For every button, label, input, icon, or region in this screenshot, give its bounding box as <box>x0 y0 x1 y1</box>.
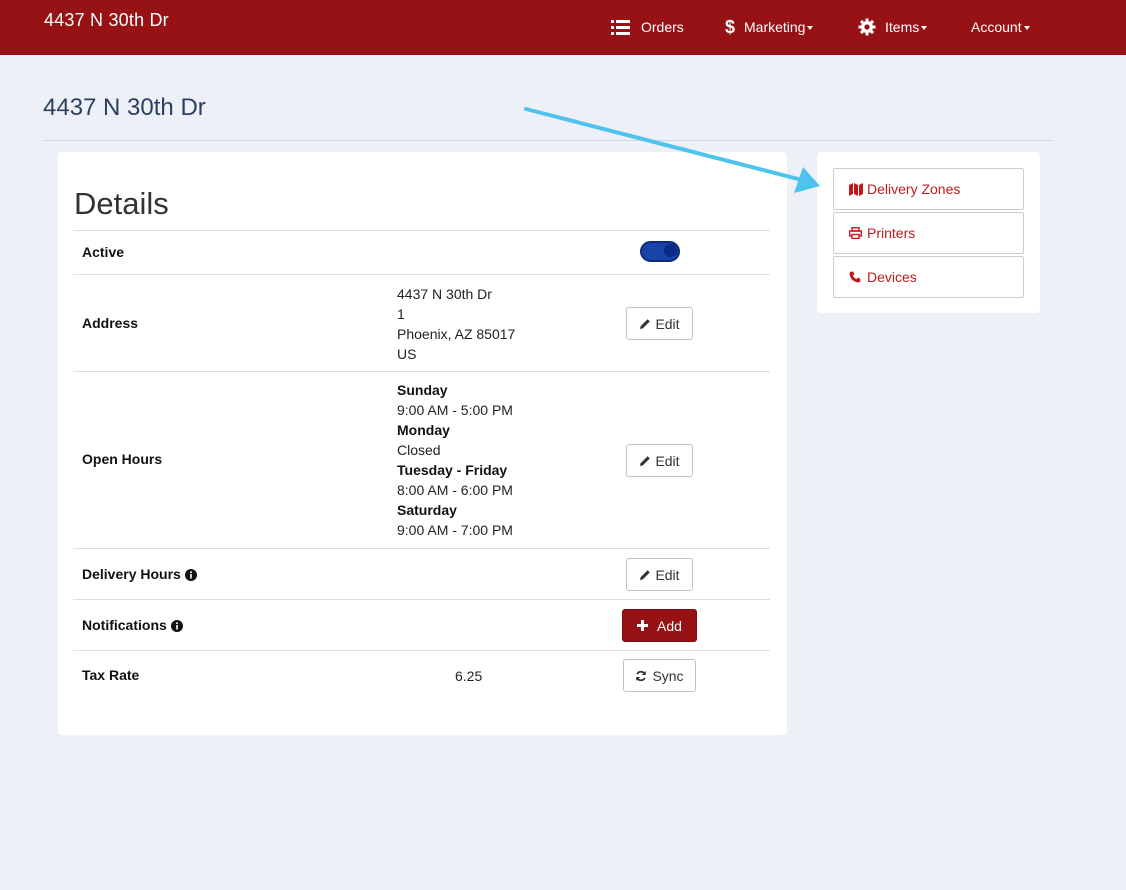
pencil-icon <box>639 318 651 330</box>
printers-label: Printers <box>867 225 916 241</box>
chevron-down-icon <box>1023 26 1030 30</box>
printer-icon <box>849 226 863 240</box>
add-notification-button[interactable]: Add <box>622 609 697 642</box>
open-hours-row: Open Hours Sunday 9:00 AM - 5:00 PM Mond… <box>73 371 770 548</box>
open-hours-label: Open Hours <box>82 451 163 467</box>
info-icon[interactable] <box>184 568 197 581</box>
nav-orders-label: Orders <box>641 19 684 35</box>
list-icon <box>609 18 631 36</box>
gear-icon <box>858 18 876 36</box>
edit-label: Edit <box>655 566 680 583</box>
open-hours-schedule: Sunday 9:00 AM - 5:00 PM Monday Closed T… <box>397 380 513 540</box>
address-row: Address 4437 N 30th Dr 1 Phoenix, AZ 850… <box>73 274 770 371</box>
chevron-down-icon <box>921 26 928 30</box>
edit-open-hours-button[interactable]: Edit <box>626 444 693 477</box>
schedule-hours: 9:00 AM - 5:00 PM <box>397 402 513 418</box>
active-toggle[interactable] <box>640 241 680 262</box>
nav-marketing[interactable]: $ Marketing <box>723 17 814 37</box>
schedule-day: Tuesday - Friday <box>397 462 508 478</box>
add-label: Add <box>657 617 682 634</box>
dollar-icon: $ <box>723 17 737 37</box>
svg-text:$: $ <box>725 17 735 37</box>
edit-address-button[interactable]: Edit <box>626 307 693 340</box>
details-title: Details <box>74 186 169 221</box>
info-icon[interactable] <box>170 619 183 632</box>
active-label: Active <box>82 244 125 260</box>
address-label: Address <box>82 315 139 331</box>
notifications-row: Notifications Add <box>73 599 770 650</box>
details-card: Details Active Address 4437 N 30th Dr 1 … <box>58 152 787 735</box>
address-line: US <box>397 346 417 362</box>
printers-link[interactable]: Printers <box>833 212 1024 254</box>
nav-orders[interactable]: Orders <box>609 17 684 37</box>
address-value: 4437 N 30th Dr 1 Phoenix, AZ 85017 US <box>397 284 515 364</box>
pencil-icon <box>639 569 651 581</box>
devices-label: Devices <box>867 269 917 285</box>
nav-marketing-label: Marketing <box>744 19 806 35</box>
top-navbar: 4437 N 30th Dr Orders $ Marketing Items … <box>0 0 1126 55</box>
nav-account-label: Account <box>971 19 1022 35</box>
delivery-zones-link[interactable]: Delivery Zones <box>833 168 1024 210</box>
chevron-down-icon <box>807 26 814 30</box>
delivery-hours-row: Delivery Hours Edit <box>73 548 770 599</box>
map-icon <box>849 182 863 196</box>
delivery-hours-label: Delivery Hours <box>82 566 181 582</box>
edit-delivery-hours-button[interactable]: Edit <box>626 558 693 591</box>
tax-rate-label: Tax Rate <box>82 667 140 683</box>
schedule-hours: 9:00 AM - 7:00 PM <box>397 522 513 538</box>
address-line: 1 <box>397 306 405 322</box>
pencil-icon <box>639 455 651 467</box>
schedule-day: Sunday <box>397 382 448 398</box>
schedule-day: Saturday <box>397 502 457 518</box>
address-line: 4437 N 30th Dr <box>397 286 492 302</box>
active-row: Active <box>73 230 770 274</box>
nav-account[interactable]: Account <box>971 17 1030 37</box>
tax-rate-value: 6.25 <box>455 668 483 684</box>
edit-label: Edit <box>655 452 680 469</box>
notifications-label: Notifications <box>82 617 167 633</box>
refresh-icon <box>635 670 647 682</box>
schedule-day: Monday <box>397 422 450 438</box>
devices-link[interactable]: Devices <box>833 256 1024 298</box>
nav-items[interactable]: Items <box>858 17 928 37</box>
annotation-arrow-icon <box>524 107 820 193</box>
address-line: Phoenix, AZ 85017 <box>397 326 516 342</box>
sync-tax-button[interactable]: Sync <box>623 659 696 692</box>
tax-rate-row: Tax Rate 6.25 Sync <box>73 650 770 701</box>
page-title: 4437 N 30th Dr <box>43 94 206 121</box>
brand-title[interactable]: 4437 N 30th Dr <box>44 10 169 31</box>
sync-label: Sync <box>652 667 684 684</box>
schedule-hours: 8:00 AM - 6:00 PM <box>397 482 513 498</box>
side-links-card: Delivery Zones Printers Devices <box>817 152 1040 313</box>
edit-label: Edit <box>655 315 680 332</box>
schedule-hours: Closed <box>397 442 441 458</box>
phone-icon <box>849 270 863 284</box>
toggle-knob <box>664 244 677 257</box>
plus-icon <box>637 619 649 632</box>
notifications-label-wrap: Notifications <box>82 617 183 633</box>
nav-items-label: Items <box>885 19 920 35</box>
delivery-zones-label: Delivery Zones <box>867 181 961 197</box>
delivery-hours-label-wrap: Delivery Hours <box>82 566 197 582</box>
